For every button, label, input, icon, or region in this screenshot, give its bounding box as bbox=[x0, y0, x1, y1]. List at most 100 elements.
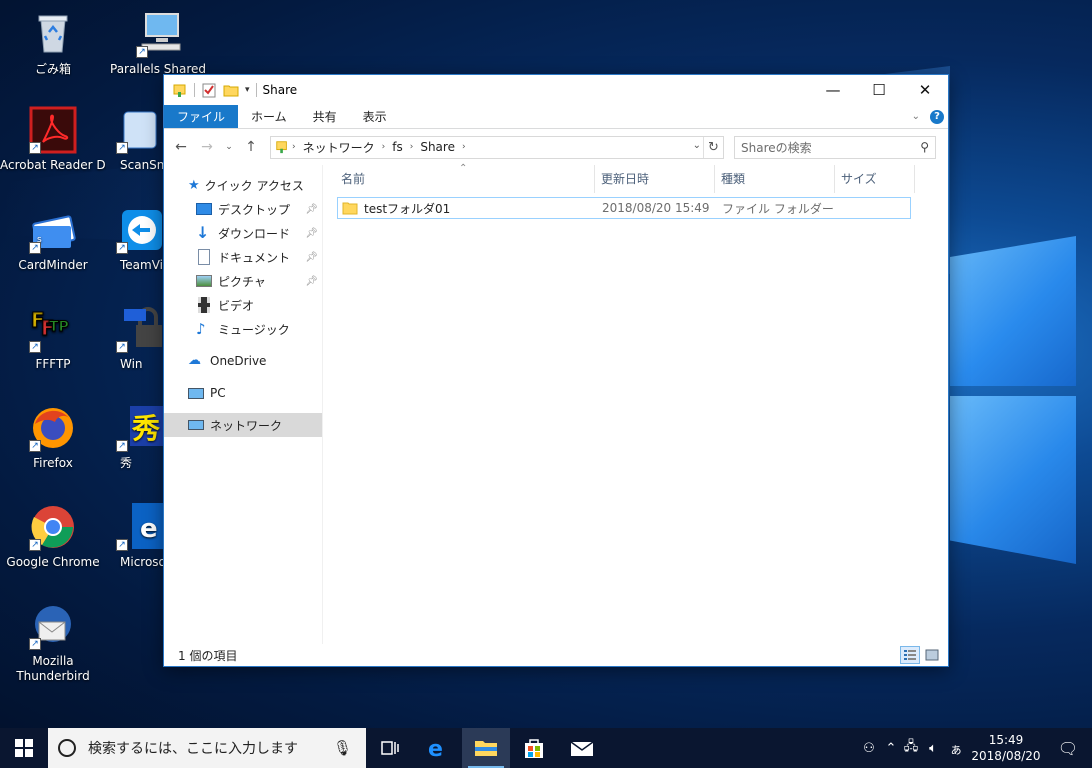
desktop-icon-firefox[interactable]: ↗ Firefox bbox=[0, 404, 106, 471]
desktop-icon-label: Win bbox=[120, 357, 143, 371]
svg-text:e: e bbox=[428, 737, 443, 760]
desktop-icon-label: Mozilla Thunderbird bbox=[16, 654, 90, 683]
navigation-pane: ★ クイック アクセス デスクトップ 📌︎ ↓ ダウンロード 📌︎ ドキュメント 📌︎… bbox=[164, 165, 323, 644]
desktop-icon-thunderbird[interactable]: ↗ Mozilla Thunderbird bbox=[0, 602, 106, 684]
document-icon bbox=[198, 249, 210, 265]
volume-icon[interactable]: 🔈︎ bbox=[922, 741, 944, 756]
desktop-icon-teamviewer[interactable]: ↗ TeamVie bbox=[110, 206, 170, 273]
column-type[interactable]: 種類 bbox=[715, 165, 835, 193]
nav-label: ミュージック bbox=[218, 322, 290, 337]
tab-home[interactable]: ホーム bbox=[238, 105, 300, 128]
nav-label: PC bbox=[210, 386, 226, 400]
minimize-button[interactable]: — bbox=[810, 75, 856, 105]
taskbar-search-input[interactable]: 検索するには、ここに入力します 🎙︎ bbox=[48, 728, 366, 768]
refresh-icon[interactable]: ↻ bbox=[703, 136, 723, 158]
maximize-button[interactable]: ☐ bbox=[856, 75, 902, 105]
details-view-icon[interactable] bbox=[900, 646, 920, 664]
desktop-icon-parallels[interactable]: ↗ Parallels Shared Fold bbox=[110, 10, 210, 77]
tab-file[interactable]: ファイル bbox=[164, 105, 239, 128]
desktop-icon-label: Microso bbox=[120, 555, 166, 569]
nav-pc[interactable]: PC bbox=[164, 381, 322, 405]
star-icon: ★ bbox=[188, 177, 200, 193]
folder-pin-icon[interactable] bbox=[172, 82, 188, 98]
taskbar-mail[interactable] bbox=[558, 728, 606, 768]
show-hidden-icons[interactable]: ⌃ bbox=[882, 741, 900, 756]
pin-icon: 📌︎ bbox=[305, 227, 318, 239]
taskbar-edge[interactable]: e bbox=[414, 728, 462, 768]
window-title: Share bbox=[262, 83, 298, 97]
tab-share[interactable]: 共有 bbox=[300, 105, 350, 128]
nav-documents[interactable]: ドキュメント 📌︎ bbox=[164, 245, 322, 269]
properties-icon[interactable] bbox=[201, 82, 217, 98]
desktop-icon-ffftp[interactable]: F F TP ↗ FFFTP bbox=[0, 305, 106, 372]
taskbar-store[interactable] bbox=[510, 728, 558, 768]
expand-ribbon-icon[interactable]: ⌄ bbox=[912, 111, 920, 122]
tab-view[interactable]: 表示 bbox=[350, 105, 400, 128]
mail-icon bbox=[570, 741, 594, 756]
nav-pictures[interactable]: ピクチャ 📌︎ bbox=[164, 269, 322, 293]
address-dropdown-icon[interactable]: ⌄ bbox=[693, 140, 701, 151]
breadcrumb-fs[interactable]: fs bbox=[392, 140, 402, 154]
breadcrumb-share[interactable]: Share bbox=[420, 140, 455, 154]
winscp-icon: ↗ bbox=[116, 305, 164, 353]
desktop-icon-label: ごみ箱 bbox=[34, 62, 71, 76]
taskbar-file-explorer[interactable] bbox=[462, 728, 510, 768]
forward-arrow-icon[interactable]: → bbox=[196, 139, 218, 155]
task-view-button[interactable] bbox=[366, 728, 414, 768]
back-arrow-icon[interactable]: ← bbox=[170, 139, 192, 155]
column-modified[interactable]: 更新日時 bbox=[595, 165, 715, 193]
desktop-icon-label: Google Chrome bbox=[6, 555, 100, 569]
task-view-icon bbox=[381, 741, 399, 755]
taskbar-search-placeholder: 検索するには、ここに入力します bbox=[88, 741, 298, 757]
nav-onedrive[interactable]: ☁ OneDrive bbox=[164, 349, 322, 373]
recent-locations-icon[interactable]: ⌄ bbox=[222, 142, 236, 152]
desktop-icon-chrome[interactable]: ↗ Google Chrome bbox=[0, 503, 106, 570]
breadcrumb-network[interactable]: ネットワーク bbox=[303, 139, 375, 156]
desktop-icon-label: Firefox bbox=[33, 456, 73, 470]
desktop-icon-winscp[interactable]: ↗ Win bbox=[110, 305, 170, 372]
close-button[interactable]: ✕ bbox=[902, 75, 948, 105]
action-center-icon[interactable]: 🗨︎ bbox=[1044, 739, 1092, 758]
nav-label: ドキュメント bbox=[218, 250, 291, 265]
desktop-icon-scansnap[interactable]: ↗ ScanSnap bbox=[110, 106, 170, 173]
title-bar[interactable]: ▾ Share — ☐ ✕ bbox=[164, 75, 948, 105]
nav-music[interactable]: ♪ ミュージック bbox=[164, 317, 322, 341]
nav-desktop[interactable]: デスクトップ 📌︎ bbox=[164, 197, 322, 221]
windows-start-icon bbox=[15, 739, 33, 757]
edge-icon: e ↗ bbox=[116, 503, 164, 551]
nav-label: ネットワーク bbox=[210, 418, 283, 433]
nav-network[interactable]: ネットワーク bbox=[164, 413, 322, 437]
start-button[interactable] bbox=[0, 728, 48, 768]
taskbar: 検索するには、ここに入力します 🎙︎ e ⚇ ⌃ 🖧︎ 🔈︎ ぁ 15:49 2… bbox=[0, 728, 1092, 768]
large-icons-view-icon[interactable] bbox=[922, 646, 942, 664]
table-row[interactable]: testフォルダ01 2018/08/20 15:49 ファイル フォルダー bbox=[337, 197, 911, 219]
clock[interactable]: 15:49 2018/08/20 bbox=[968, 732, 1044, 764]
pin-icon: 📌︎ bbox=[305, 275, 318, 287]
people-icon[interactable]: ⚇ bbox=[856, 741, 882, 756]
nav-quick-access[interactable]: ★ クイック アクセス bbox=[164, 173, 322, 197]
microphone-icon[interactable]: 🎙︎ bbox=[333, 739, 352, 757]
status-bar: 1 個の項目 bbox=[164, 644, 948, 666]
address-bar[interactable]: › ネットワーク › fs › Share › ⌄ ↻ bbox=[270, 135, 724, 159]
search-input[interactable]: Shareの検索 ⚲ bbox=[734, 135, 936, 159]
edge-icon: e bbox=[428, 737, 443, 760]
desktop-icon-acrobat[interactable]: ↗ Acrobat Reader DC bbox=[0, 106, 106, 173]
column-size[interactable]: サイズ bbox=[835, 165, 915, 193]
network-status-icon[interactable]: 🖧︎ bbox=[900, 737, 922, 759]
network-icon bbox=[188, 420, 204, 430]
ime-indicator[interactable]: ぁ bbox=[944, 739, 968, 758]
desktop-icon-recycle-bin[interactable]: ごみ箱 bbox=[0, 10, 106, 77]
desktop-icon-cardminder[interactable]: s ↗ CardMinder bbox=[0, 206, 106, 273]
up-arrow-icon[interactable]: ↑ bbox=[240, 139, 262, 155]
quick-access-dropdown-icon[interactable]: ▾ bbox=[245, 85, 250, 95]
help-icon[interactable]: ? bbox=[930, 109, 944, 124]
explorer-window[interactable]: ▾ Share — ☐ ✕ ファイル ホーム 共有 表示 ⌄ ? ← → ⌄ ↑… bbox=[163, 74, 949, 667]
search-icon: ⚲ bbox=[920, 139, 929, 154]
clock-date: 2018/08/20 bbox=[971, 749, 1041, 763]
new-folder-icon[interactable] bbox=[223, 82, 239, 98]
nav-videos[interactable]: ビデオ bbox=[164, 293, 322, 317]
desktop-icon-edge[interactable]: e ↗ Microso bbox=[110, 503, 170, 570]
nav-downloads[interactable]: ↓ ダウンロード 📌︎ bbox=[164, 221, 322, 245]
desktop-icon-hidemaru[interactable]: 秀 ↗ 秀 bbox=[110, 404, 170, 471]
file-type: ファイル フォルダー bbox=[722, 201, 834, 216]
